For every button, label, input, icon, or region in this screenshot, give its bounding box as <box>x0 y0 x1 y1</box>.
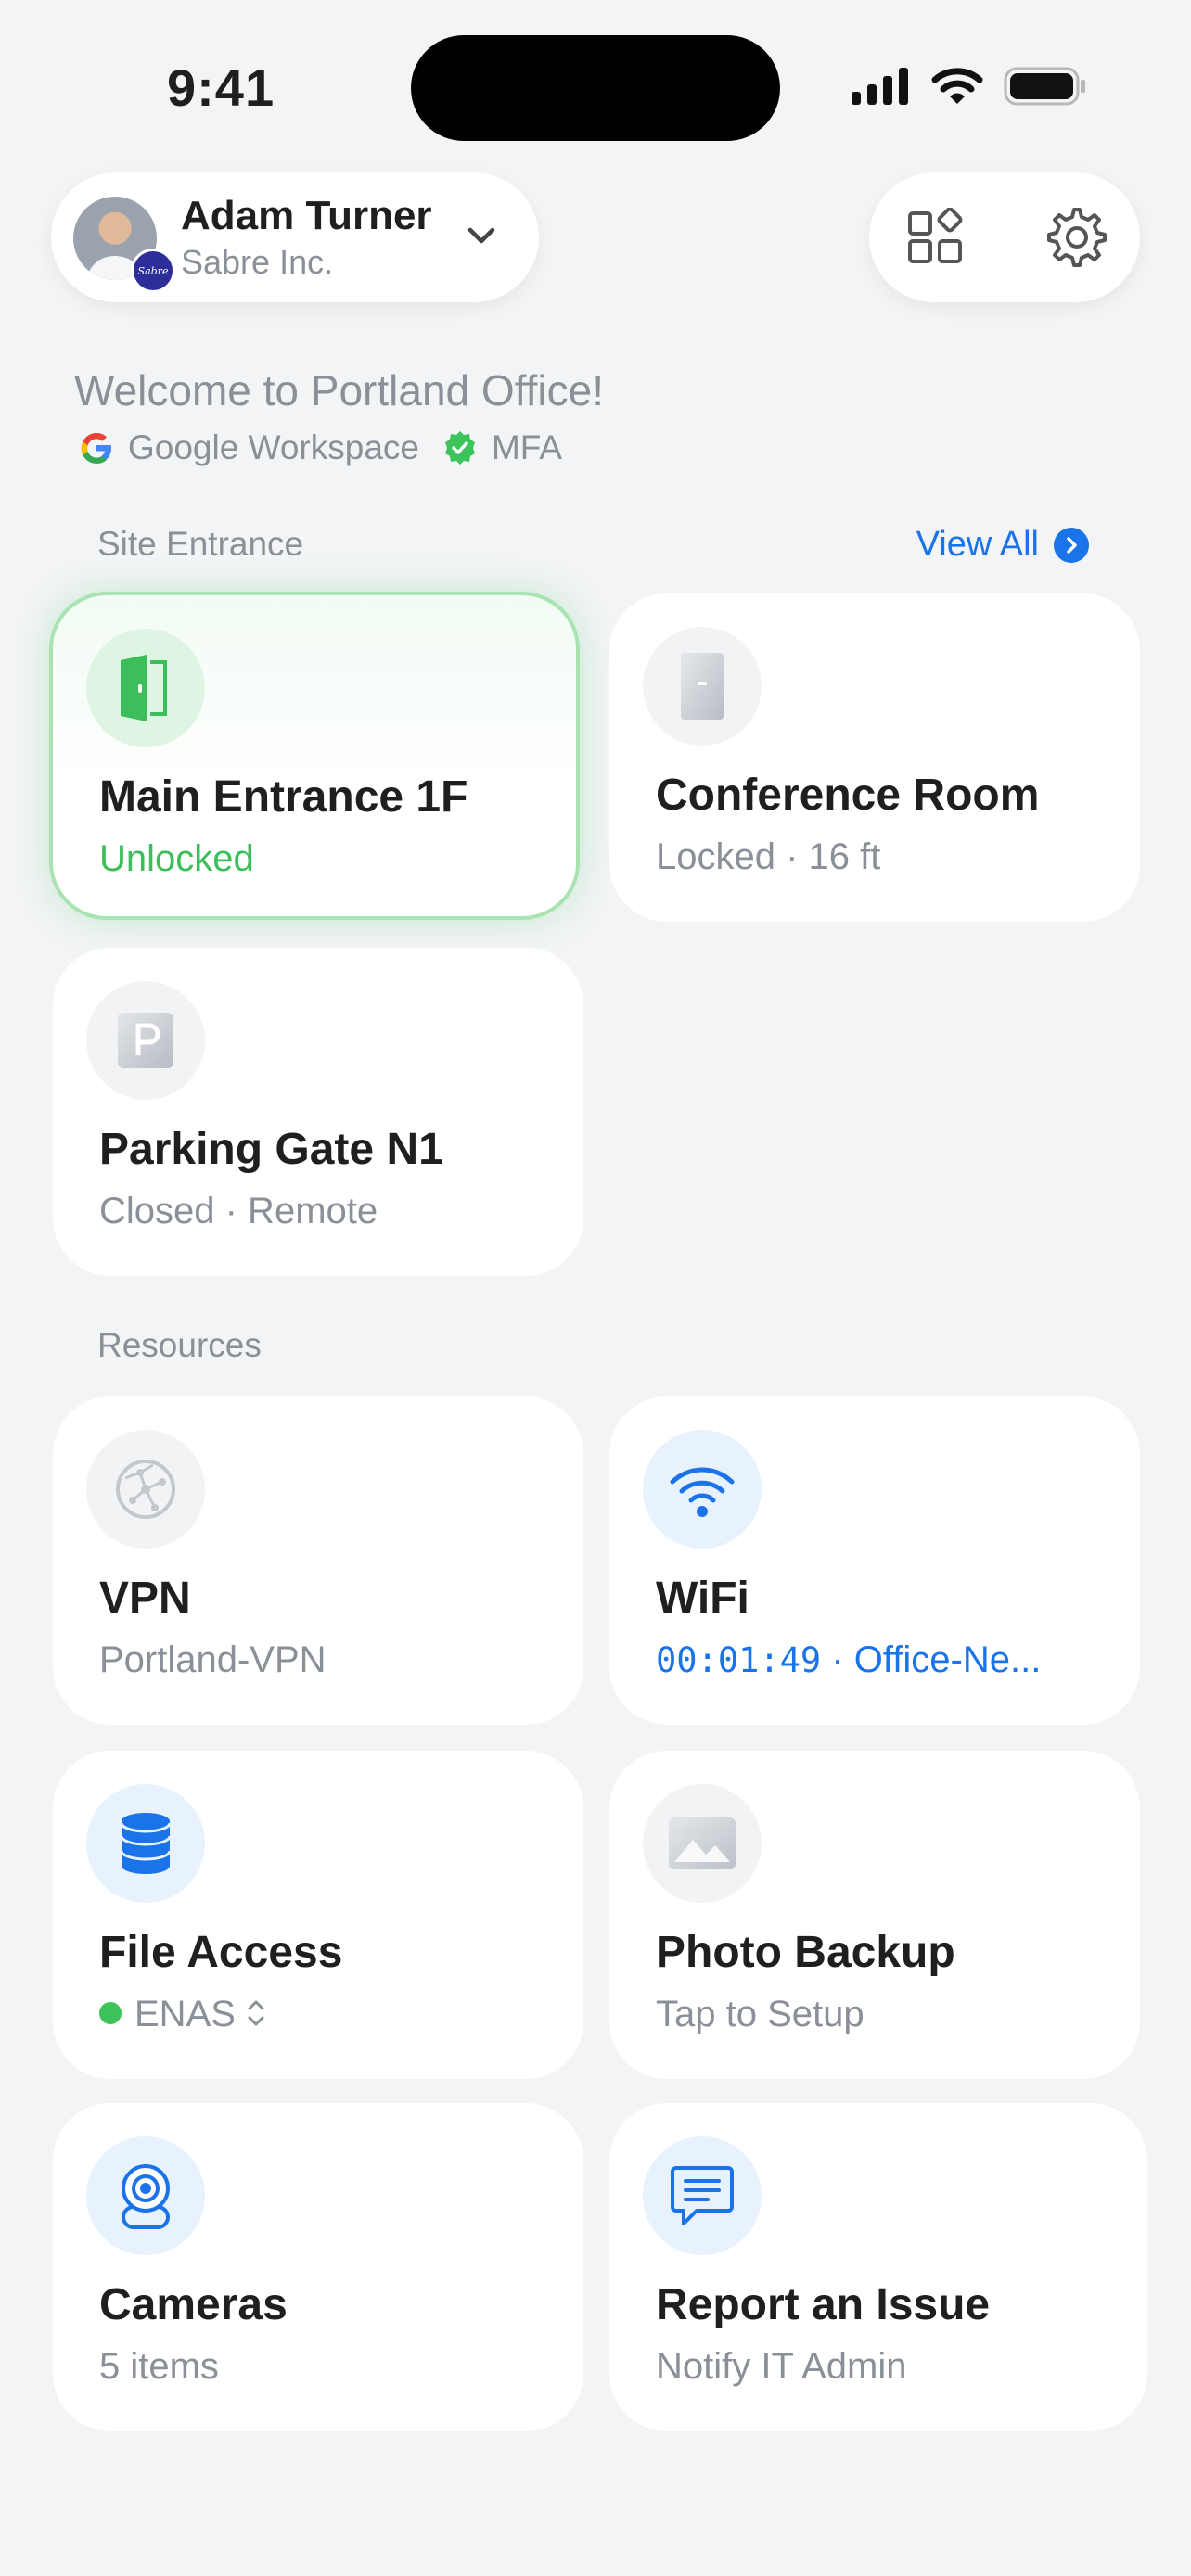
resource-card-report-issue[interactable]: Report an Issue Notify IT Admin <box>609 2103 1147 2431</box>
card-subtitle: Unlocked <box>99 838 254 879</box>
card-subtitle: Portland-VPN <box>99 1639 327 1680</box>
database-icon <box>86 1784 205 1903</box>
card-title: File Access <box>99 1928 343 1977</box>
camera-icon <box>86 2136 205 2255</box>
chevron-updown-icon <box>248 2000 264 2026</box>
door-card-main-entrance[interactable]: Main Entrance 1F Unlocked <box>49 592 580 920</box>
resource-card-vpn[interactable]: VPN Portland-VPN <box>53 1396 583 1725</box>
card-subtitle[interactable]: ENAS <box>99 1994 267 2035</box>
card-title: Report an Issue <box>656 2280 991 2329</box>
card-title: WiFi <box>656 1574 749 1623</box>
verified-badge-icon <box>444 431 475 465</box>
card-subtitle: Closed · Remote <box>99 1191 378 1231</box>
gear-icon[interactable] <box>1045 206 1108 269</box>
resource-card-file-access[interactable]: File Access ENAS <box>53 1751 583 2079</box>
auth-info: Google Workspace MFA <box>78 428 562 467</box>
online-status-dot <box>99 2002 122 2025</box>
door-closed-icon <box>643 627 762 746</box>
wifi-status-icon <box>931 68 983 104</box>
apps-grid-icon[interactable] <box>906 208 966 267</box>
door-open-icon <box>86 629 205 747</box>
file-server-name: ENAS <box>134 1994 236 2034</box>
card-title: Cameras <box>99 2280 288 2329</box>
section-site-entrance: Site Entrance <box>97 525 304 563</box>
status-icons <box>852 67 1087 106</box>
card-title: Parking Gate N1 <box>99 1125 443 1174</box>
resource-card-wifi[interactable]: WiFi 00:01:49 · Office-Ne... <box>609 1396 1140 1725</box>
org-badge: Sabre <box>131 249 175 293</box>
welcome-title: Welcome to Portland Office! <box>74 366 605 414</box>
card-title: VPN <box>99 1574 191 1623</box>
photo-icon <box>643 1784 762 1903</box>
chevron-right-icon <box>1054 527 1089 563</box>
account-switcher[interactable]: Sabre Adam Turner Sabre Inc. <box>51 172 539 302</box>
card-title: Conference Room <box>656 771 1040 820</box>
wifi-icon <box>643 1430 762 1549</box>
view-all-label: View All <box>916 525 1039 564</box>
card-subtitle: Notify IT Admin <box>656 2346 907 2387</box>
user-name: Adam Turner <box>181 193 432 238</box>
card-title: Main Entrance 1F <box>99 772 468 822</box>
parking-icon <box>86 981 205 1100</box>
section-resources: Resources <box>97 1326 262 1364</box>
door-card-conference-room[interactable]: Conference Room Locked · 16 ft <box>609 593 1140 922</box>
status-time: 9:41 <box>167 58 275 117</box>
card-subtitle: 5 items <box>99 2346 219 2387</box>
card-title: Photo Backup <box>656 1928 955 1977</box>
mfa-label: MFA <box>491 428 563 466</box>
card-subtitle: Tap to Setup <box>656 1994 864 2034</box>
door-card-parking-gate[interactable]: Parking Gate N1 Closed · Remote <box>53 948 583 1276</box>
card-subtitle: Locked · 16 ft <box>656 836 881 877</box>
battery-icon <box>1004 67 1085 106</box>
view-all-link[interactable]: View All <box>916 525 1089 565</box>
signal-icon <box>852 68 908 105</box>
header-tools <box>869 172 1140 302</box>
chat-report-icon <box>643 2136 762 2255</box>
dynamic-island <box>411 35 780 141</box>
resource-card-cameras[interactable]: Cameras 5 items <box>53 2103 583 2431</box>
wifi-timer: 00:01:49 <box>656 1640 822 1680</box>
identity-provider: Google Workspace <box>128 428 419 466</box>
chevron-down-icon <box>467 227 495 244</box>
org-name: Sabre Inc. <box>181 243 334 281</box>
resource-card-photo-backup[interactable]: Photo Backup Tap to Setup <box>609 1751 1140 2079</box>
google-icon <box>81 433 111 464</box>
card-subtitle: 00:01:49 · Office-Ne... <box>656 1639 1041 1681</box>
wifi-network: · Office-Ne... <box>821 1639 1042 1680</box>
globe-network-icon <box>86 1430 205 1549</box>
